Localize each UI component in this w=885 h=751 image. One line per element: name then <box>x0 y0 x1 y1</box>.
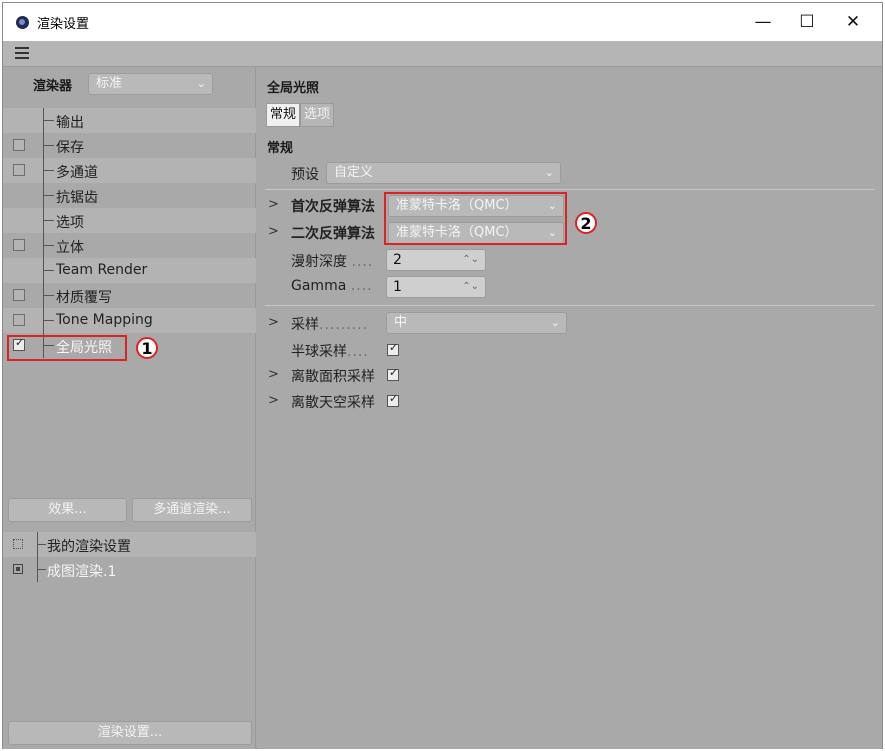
close-button[interactable]: ✕ <box>833 7 873 37</box>
settings-tree-label: Team Render <box>56 262 148 278</box>
renderer-value: 标准 <box>96 76 123 91</box>
tree-connector <box>43 158 54 183</box>
active-render-setting-icon <box>13 564 23 574</box>
tree-connector <box>43 133 54 158</box>
render-settings-window: 渲染设置 — ☐ ✕ 渲染器 标准 ⌄ 输出 保存 多通道 抗锯齿 选项 立体 Team R… <box>2 2 883 749</box>
settings-tree-label: 材质覆写 <box>56 290 112 306</box>
settings-tree-item[interactable]: 立体 <box>3 233 256 258</box>
settings-tree-item[interactable]: 输出 <box>3 108 256 133</box>
tree-connector <box>43 183 54 208</box>
annotation-box-1 <box>7 335 127 361</box>
tree-connector <box>43 108 54 133</box>
chevron-down-icon: ⌄ <box>544 166 554 179</box>
expand-arrow-icon[interactable]: > <box>268 393 279 408</box>
window-title: 渲染设置 <box>37 17 90 32</box>
tree-connector <box>43 283 54 308</box>
secondary-method-label: 二次反弹算法 <box>291 226 375 242</box>
tree-connector <box>43 308 54 333</box>
preset-value: 自定义 <box>334 165 374 180</box>
diffuse-depth-value: 2 <box>393 252 402 268</box>
discrete-sky-sampling-label: 离散天空采样 <box>291 395 375 411</box>
settings-tree-item[interactable]: 保存 <box>3 133 256 158</box>
annotation-marker-1: 1 <box>136 337 158 359</box>
chevron-down-icon: ⌄ <box>196 77 206 90</box>
render-setting-item[interactable]: 我的渲染设置 <box>3 532 256 557</box>
diffuse-depth-input[interactable]: 2 ⌃⌄ <box>386 249 486 271</box>
settings-tree-item[interactable]: 多通道 <box>3 158 256 183</box>
hamburger-menu-icon[interactable] <box>15 47 29 59</box>
spinner-icon[interactable]: ⌃⌄ <box>462 250 479 270</box>
expand-arrow-icon[interactable]: > <box>268 197 279 212</box>
tree-connector <box>43 233 54 258</box>
sampling-value: 中 <box>394 315 408 330</box>
renderer-label: 渲染器 <box>33 78 73 94</box>
hemisphere-sampling-label: 半球采样.... <box>291 344 369 360</box>
hemisphere-sampling-checkbox[interactable] <box>387 341 399 356</box>
settings-checkbox[interactable] <box>13 314 25 326</box>
settings-checkbox[interactable] <box>13 289 25 301</box>
settings-checkbox[interactable] <box>13 239 25 251</box>
sampling-dropdown[interactable]: 中 ⌄ <box>386 312 567 334</box>
render-setting-label: 成图渲染.1 <box>47 564 117 580</box>
settings-checkbox[interactable] <box>13 164 25 176</box>
title-bar: 渲染设置 — ☐ ✕ <box>3 3 882 41</box>
effects-button[interactable]: 效果... <box>8 498 127 522</box>
gamma-input[interactable]: 1 ⌃⌄ <box>386 276 486 298</box>
preset-dropdown[interactable]: 自定义 ⌄ <box>326 162 561 184</box>
tab-options[interactable]: 选项 <box>300 103 335 127</box>
discrete-sky-sampling-checkbox[interactable] <box>387 392 399 407</box>
render-setting-item[interactable]: 成图渲染.1 <box>3 557 256 582</box>
chevron-down-icon: ⌄ <box>550 316 560 329</box>
settings-tree-item[interactable]: 选项 <box>3 208 256 233</box>
render-settings-tree: 我的渲染设置 成图渲染.1 <box>3 532 256 582</box>
settings-tree-item[interactable]: 抗锯齿 <box>3 183 256 208</box>
menu-bar <box>3 41 882 67</box>
settings-tree-item[interactable]: Team Render <box>3 258 256 283</box>
discrete-area-sampling-checkbox[interactable] <box>387 366 399 381</box>
diffuse-depth-label: 漫射深度 .... <box>291 254 374 270</box>
tree-connector <box>43 208 54 233</box>
gi-settings-panel: 全局光照 常规 选项 常规 预设 自定义 ⌄ > 首次反弹算法 准蒙特卡洛（QM… <box>257 67 882 749</box>
annotation-box-2 <box>384 192 567 245</box>
discrete-area-sampling-label: 离散面积采样 <box>291 369 375 385</box>
maximize-button[interactable]: ☐ <box>787 7 827 37</box>
render-settings-button[interactable]: 渲染设置... <box>8 721 252 745</box>
settings-tree-item[interactable]: 材质覆写 <box>3 283 256 308</box>
renderer-dropdown[interactable]: 标准 ⌄ <box>88 73 213 95</box>
gamma-value: 1 <box>393 279 402 295</box>
render-setting-icon <box>13 539 23 549</box>
preset-label: 预设 <box>291 167 319 183</box>
section-title: 全局光照 <box>267 81 320 96</box>
settings-tree: 输出保存多通道抗锯齿选项立体 Team Render 材质覆写 Tone Mappin… <box>3 108 256 358</box>
cinema4d-icon <box>16 16 29 29</box>
settings-tree-label: 抗锯齿 <box>56 190 98 206</box>
render-setting-label: 我的渲染设置 <box>47 539 131 555</box>
tree-connector <box>43 258 54 283</box>
tab-general[interactable]: 常规 <box>266 103 301 127</box>
annotation-marker-2: 2 <box>575 212 597 234</box>
settings-tree-label: 多通道 <box>56 165 98 181</box>
multipass-render-button[interactable]: 多通道渲染... <box>132 498 252 522</box>
gamma-label: Gamma .... <box>291 278 373 294</box>
general-heading: 常规 <box>267 141 294 156</box>
tab-bar: 常规 选项 <box>266 103 335 127</box>
expand-arrow-icon[interactable]: > <box>268 367 279 382</box>
settings-tree-item[interactable]: Tone Mapping <box>3 308 256 333</box>
spinner-icon[interactable]: ⌃⌄ <box>462 277 479 297</box>
primary-method-label: 首次反弹算法 <box>291 199 375 215</box>
left-panel: 渲染器 标准 ⌄ 输出保存多通道抗锯齿选项立体 Team Render 材质覆写 To… <box>3 67 256 749</box>
settings-tree-label: 选项 <box>56 215 84 231</box>
sampling-label: 采样......... <box>291 317 369 333</box>
settings-tree-label: Tone Mapping <box>56 312 153 328</box>
divider <box>265 305 875 306</box>
divider <box>265 189 875 190</box>
renderer-row: 渲染器 <box>33 73 76 95</box>
settings-tree-label: 立体 <box>56 240 84 256</box>
expand-arrow-icon[interactable]: > <box>268 315 279 330</box>
settings-tree-label: 输出 <box>56 115 84 131</box>
expand-arrow-icon[interactable]: > <box>268 224 279 239</box>
settings-checkbox[interactable] <box>13 139 25 151</box>
minimize-button[interactable]: — <box>743 7 783 37</box>
settings-tree-label: 保存 <box>56 140 84 156</box>
